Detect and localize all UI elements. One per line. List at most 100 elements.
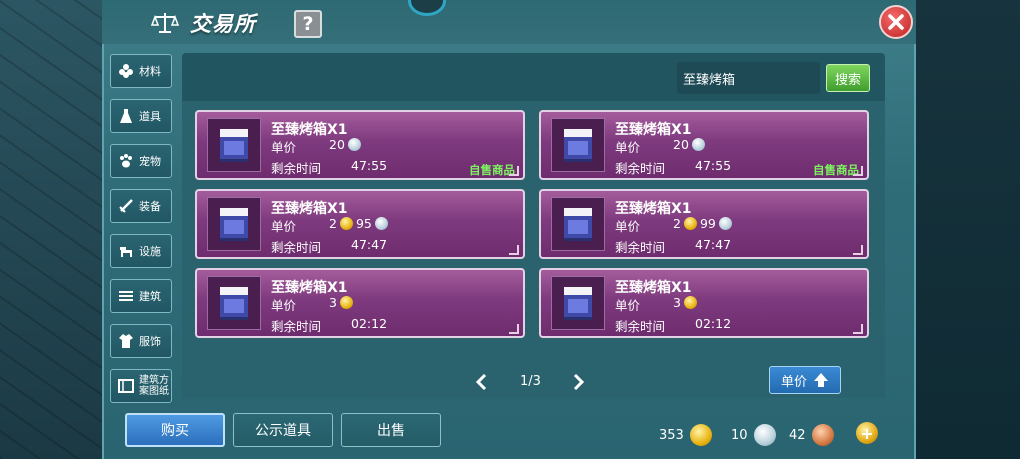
item-name: 至臻烤箱X1 xyxy=(271,122,348,138)
sword-icon xyxy=(117,197,135,215)
sidebar-item-pets[interactable]: 宠物 xyxy=(110,144,172,178)
blueprint-icon xyxy=(117,377,135,395)
copper-balance: 42 xyxy=(789,424,834,446)
oven-item-icon xyxy=(207,118,261,172)
listing-card[interactable]: 至臻烤箱X1 单价 3 剩余时间 02:12 xyxy=(539,268,869,338)
sidebar-item-buildings[interactable]: 建筑 xyxy=(110,279,172,313)
corner-mark-icon xyxy=(853,245,863,255)
silver-balance: 10 xyxy=(731,424,776,446)
sidebar-item-blueprints[interactable]: 建筑方案图纸 xyxy=(110,369,172,403)
silver-amount: 95 xyxy=(355,216,372,231)
chevron-left-icon xyxy=(475,374,487,390)
flask-icon xyxy=(117,107,135,125)
price-value: 20 xyxy=(673,137,705,152)
sidebar-item-label: 服饰 xyxy=(139,335,161,348)
silver-coin-icon xyxy=(691,138,705,151)
gold-coin-icon xyxy=(689,424,712,446)
buy-tab-button[interactable]: 购买 xyxy=(125,413,225,447)
price-value: 3 xyxy=(329,295,353,310)
paw-icon xyxy=(117,152,135,170)
sidebar-item-equipment[interactable]: 装备 xyxy=(110,189,172,223)
price-value: 2 95 xyxy=(329,216,388,231)
silver-coin-icon xyxy=(718,217,732,230)
background-left-scene xyxy=(0,0,102,459)
time-label: 剩余时间 xyxy=(615,240,666,255)
search-input[interactable]: 至臻烤箱 xyxy=(677,62,820,94)
remaining-time: 47:47 xyxy=(695,237,732,252)
remaining-time: 47:55 xyxy=(695,158,732,173)
sell-tab-button[interactable]: 出售 xyxy=(341,413,441,447)
listing-card[interactable]: 至臻烤箱X1 单价 20 剩余时间 47:55 自售商品 xyxy=(539,110,869,180)
chevron-right-icon xyxy=(573,374,585,390)
sidebar-item-label: 建筑 xyxy=(139,290,161,303)
copper-coin-icon xyxy=(811,424,834,446)
title-group: 交易所 xyxy=(150,8,256,38)
sidebar-item-materials[interactable]: 材料 xyxy=(110,54,172,88)
sidebar-item-label: 设施 xyxy=(139,245,161,258)
oven-item-icon xyxy=(551,197,605,251)
page-title: 交易所 xyxy=(190,12,256,36)
page-indicator: 1/3 xyxy=(520,374,541,389)
sidebar-item-facilities[interactable]: 设施 xyxy=(110,234,172,268)
remaining-time: 47:47 xyxy=(351,237,388,252)
remaining-time: 47:55 xyxy=(351,158,388,173)
item-name: 至臻烤箱X1 xyxy=(271,201,348,217)
price-value: 3 xyxy=(673,295,697,310)
background-right-scene xyxy=(915,0,1020,459)
copper-balance-value: 42 xyxy=(789,427,806,443)
oven-item-icon xyxy=(207,197,261,251)
oven-item-icon xyxy=(551,118,605,172)
sort-up-icon xyxy=(814,373,828,387)
time-label: 剩余时间 xyxy=(615,161,666,176)
gold-coin-icon xyxy=(339,296,353,309)
item-name: 至臻烤箱X1 xyxy=(615,201,692,217)
sidebar-item-props[interactable]: 道具 xyxy=(110,99,172,133)
gold-balance: 353 xyxy=(659,424,712,446)
listing-card[interactable]: 至臻烤箱X1 单价 3 剩余时间 02:12 xyxy=(195,268,525,338)
clothing-icon xyxy=(117,332,135,350)
gold-balance-value: 353 xyxy=(659,427,684,443)
horse-icon xyxy=(117,242,135,260)
public-items-tab-button[interactable]: 公示道具 xyxy=(233,413,333,447)
price-label: 单价 xyxy=(271,140,297,155)
sidebar-item-label: 装备 xyxy=(139,200,161,213)
time-label: 剩余时间 xyxy=(271,240,322,255)
price-label: 单价 xyxy=(615,140,641,155)
sort-by-unit-price-button[interactable]: 单价 xyxy=(769,366,841,394)
sidebar-item-label: 宠物 xyxy=(139,155,161,168)
price-label: 单价 xyxy=(615,298,641,313)
silver-coin-icon xyxy=(374,217,388,230)
close-button[interactable] xyxy=(879,5,913,39)
listing-card[interactable]: 至臻烤箱X1 单价 2 95 剩余时间 47:47 xyxy=(195,189,525,259)
sidebar-item-label: 道具 xyxy=(139,110,161,123)
add-currency-button[interactable]: + xyxy=(856,422,878,444)
item-name: 至臻烤箱X1 xyxy=(271,280,348,296)
price-value: 20 xyxy=(329,137,361,152)
plus-icon: + xyxy=(860,423,874,443)
listing-card[interactable]: 至臻烤箱X1 单价 20 剩余时间 47:55 自售商品 xyxy=(195,110,525,180)
listing-card[interactable]: 至臻烤箱X1 单价 2 99 剩余时间 47:47 xyxy=(539,189,869,259)
sidebar-item-label: 材料 xyxy=(139,65,161,78)
corner-mark-icon xyxy=(509,324,519,334)
silver-amount: 20 xyxy=(673,137,689,152)
sidebar-item-clothing[interactable]: 服饰 xyxy=(110,324,172,358)
next-page-button[interactable] xyxy=(570,372,588,392)
price-value: 2 99 xyxy=(673,216,732,231)
flower-icon xyxy=(117,62,135,80)
corner-mark-icon xyxy=(509,245,519,255)
search-button[interactable]: 搜索 xyxy=(826,64,870,92)
oven-item-icon xyxy=(207,276,261,330)
gold-coin-icon xyxy=(683,296,697,309)
help-button[interactable]: ? xyxy=(294,10,322,38)
prev-page-button[interactable] xyxy=(472,372,490,392)
price-label: 单价 xyxy=(615,219,641,234)
time-label: 剩余时间 xyxy=(615,319,666,334)
item-name: 至臻烤箱X1 xyxy=(615,280,692,296)
time-label: 剩余时间 xyxy=(271,319,322,334)
gold-amount: 3 xyxy=(329,295,337,310)
price-label: 单价 xyxy=(271,219,297,234)
gold-amount: 2 xyxy=(329,216,337,231)
time-label: 剩余时间 xyxy=(271,161,322,176)
silver-coin-icon xyxy=(347,138,361,151)
silver-balance-value: 10 xyxy=(731,427,748,443)
